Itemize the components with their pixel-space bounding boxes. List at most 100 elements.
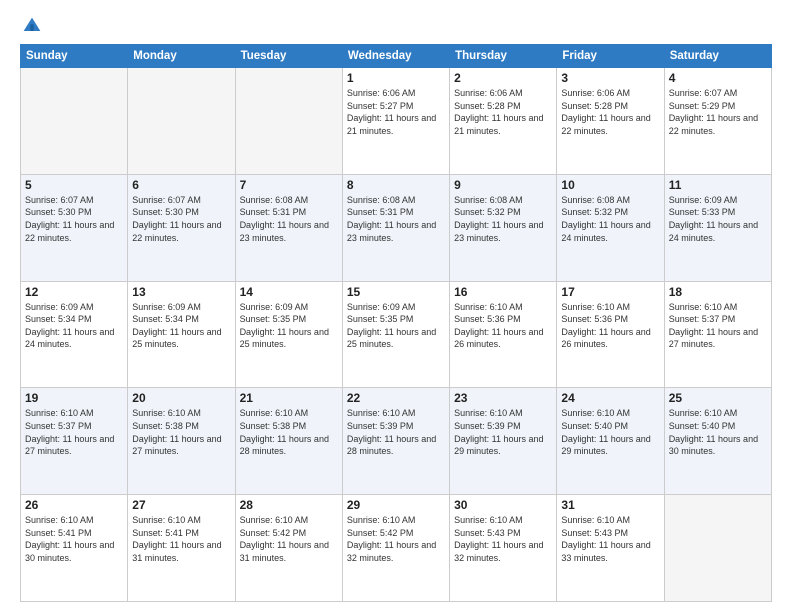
day-number: 6 [132,178,230,192]
cell-info: Sunrise: 6:08 AM Sunset: 5:31 PM Dayligh… [240,194,338,244]
day-number: 19 [25,391,123,405]
day-number: 13 [132,285,230,299]
cell-info: Sunrise: 6:10 AM Sunset: 5:42 PM Dayligh… [240,514,338,564]
calendar-cell: 9 Sunrise: 6:08 AM Sunset: 5:32 PM Daylig… [450,174,557,281]
calendar-cell: 15 Sunrise: 6:09 AM Sunset: 5:35 PM Dayli… [342,281,449,388]
calendar-cell: 24 Sunrise: 6:10 AM Sunset: 5:40 PM Dayli… [557,388,664,495]
day-number: 7 [240,178,338,192]
cell-info: Sunrise: 6:10 AM Sunset: 5:43 PM Dayligh… [454,514,552,564]
day-number: 20 [132,391,230,405]
calendar-cell: 14Sunrise: 6:09 AM Sunset: 5:35 PM Dayli… [235,281,342,388]
cell-info: Sunrise: 6:10 AM Sunset: 5:39 PM Dayligh… [347,407,445,457]
day-number: 3 [561,71,659,85]
day-number: 12 [25,285,123,299]
cell-info: Sunrise: 6:07 AM Sunset: 5:29 PM Dayligh… [669,87,767,137]
calendar-cell: 5Sunrise: 6:07 AM Sunset: 5:30 PM Daylig… [21,174,128,281]
calendar-cell [128,68,235,175]
cell-info: Sunrise: 6:10 AM Sunset: 5:41 PM Dayligh… [25,514,123,564]
logo [20,16,42,36]
day-number: 28 [240,498,338,512]
day-number: 10 [561,178,659,192]
calendar-cell: 16Sunrise: 6:10 AM Sunset: 5:36 PM Dayli… [450,281,557,388]
day-number: 18 [669,285,767,299]
calendar-cell: 3 Sunrise: 6:06 AM Sunset: 5:28 PM Daylig… [557,68,664,175]
day-number: 26 [25,498,123,512]
cell-info: Sunrise: 6:06 AM Sunset: 5:28 PM Dayligh… [561,87,659,137]
calendar-cell: 20 Sunrise: 6:10 AM Sunset: 5:38 PM Dayli… [128,388,235,495]
calendar-cell: 22 Sunrise: 6:10 AM Sunset: 5:39 PM Dayli… [342,388,449,495]
calendar-cell: 21 Sunrise: 6:10 AM Sunset: 5:38 PM Dayli… [235,388,342,495]
weekday-header-thursday: Thursday [450,45,557,68]
calendar-cell: 12 Sunrise: 6:09 AM Sunset: 5:34 PM Dayli… [21,281,128,388]
calendar-week-row: 1Sunrise: 6:06 AM Sunset: 5:27 PM Daylig… [21,68,772,175]
calendar-cell: 18 Sunrise: 6:10 AM Sunset: 5:37 PM Dayli… [664,281,771,388]
day-number: 2 [454,71,552,85]
cell-info: Sunrise: 6:06 AM Sunset: 5:27 PM Dayligh… [347,87,445,137]
calendar-cell [664,495,771,602]
calendar-cell [21,68,128,175]
day-number: 15 [347,285,445,299]
cell-info: Sunrise: 6:08 AM Sunset: 5:32 PM Dayligh… [454,194,552,244]
day-number: 17 [561,285,659,299]
day-number: 27 [132,498,230,512]
cell-info: Sunrise: 6:10 AM Sunset: 5:40 PM Dayligh… [669,407,767,457]
calendar-cell: 31Sunrise: 6:10 AM Sunset: 5:43 PM Dayli… [557,495,664,602]
weekday-header-monday: Monday [128,45,235,68]
cell-info: Sunrise: 6:09 AM Sunset: 5:34 PM Dayligh… [25,301,123,351]
calendar-cell: 30 Sunrise: 6:10 AM Sunset: 5:43 PM Dayli… [450,495,557,602]
calendar-cell: 1Sunrise: 6:06 AM Sunset: 5:27 PM Daylig… [342,68,449,175]
calendar-cell: 13 Sunrise: 6:09 AM Sunset: 5:34 PM Dayli… [128,281,235,388]
day-number: 4 [669,71,767,85]
day-number: 14 [240,285,338,299]
cell-info: Sunrise: 6:10 AM Sunset: 5:38 PM Dayligh… [132,407,230,457]
day-number: 25 [669,391,767,405]
calendar-cell: 23 Sunrise: 6:10 AM Sunset: 5:39 PM Dayli… [450,388,557,495]
calendar-cell: 11 Sunrise: 6:09 AM Sunset: 5:33 PM Dayli… [664,174,771,281]
cell-info: Sunrise: 6:10 AM Sunset: 5:37 PM Dayligh… [25,407,123,457]
calendar-cell: 17 Sunrise: 6:10 AM Sunset: 5:36 PM Dayli… [557,281,664,388]
calendar-week-row: 12 Sunrise: 6:09 AM Sunset: 5:34 PM Dayli… [21,281,772,388]
calendar-cell: 7 Sunrise: 6:08 AM Sunset: 5:31 PM Daylig… [235,174,342,281]
calendar-cell [235,68,342,175]
weekday-header-sunday: Sunday [21,45,128,68]
weekday-header-friday: Friday [557,45,664,68]
cell-info: Sunrise: 6:07 AM Sunset: 5:30 PM Dayligh… [132,194,230,244]
cell-info: Sunrise: 6:10 AM Sunset: 5:43 PM Dayligh… [561,514,659,564]
day-number: 21 [240,391,338,405]
day-number: 24 [561,391,659,405]
calendar-cell: 2Sunrise: 6:06 AM Sunset: 5:28 PM Daylig… [450,68,557,175]
cell-info: Sunrise: 6:10 AM Sunset: 5:38 PM Dayligh… [240,407,338,457]
cell-info: Sunrise: 6:09 AM Sunset: 5:34 PM Dayligh… [132,301,230,351]
page: SundayMondayTuesdayWednesdayThursdayFrid… [0,0,792,612]
cell-info: Sunrise: 6:10 AM Sunset: 5:39 PM Dayligh… [454,407,552,457]
cell-info: Sunrise: 6:10 AM Sunset: 5:41 PM Dayligh… [132,514,230,564]
header [20,16,772,36]
cell-info: Sunrise: 6:09 AM Sunset: 5:35 PM Dayligh… [347,301,445,351]
weekday-header-saturday: Saturday [664,45,771,68]
calendar-cell: 8 Sunrise: 6:08 AM Sunset: 5:31 PM Daylig… [342,174,449,281]
calendar-cell: 6 Sunrise: 6:07 AM Sunset: 5:30 PM Daylig… [128,174,235,281]
weekday-header-row: SundayMondayTuesdayWednesdayThursdayFrid… [21,45,772,68]
day-number: 23 [454,391,552,405]
cell-info: Sunrise: 6:10 AM Sunset: 5:36 PM Dayligh… [454,301,552,351]
calendar-cell: 10 Sunrise: 6:08 AM Sunset: 5:32 PM Dayli… [557,174,664,281]
calendar-table: SundayMondayTuesdayWednesdayThursdayFrid… [20,44,772,602]
day-number: 5 [25,178,123,192]
calendar-cell: 19 Sunrise: 6:10 AM Sunset: 5:37 PM Dayli… [21,388,128,495]
cell-info: Sunrise: 6:08 AM Sunset: 5:31 PM Dayligh… [347,194,445,244]
day-number: 8 [347,178,445,192]
cell-info: Sunrise: 6:08 AM Sunset: 5:32 PM Dayligh… [561,194,659,244]
calendar-cell: 25 Sunrise: 6:10 AM Sunset: 5:40 PM Dayli… [664,388,771,495]
calendar-week-row: 5 Sunrise: 6:07 AM Sunset: 5:30 PM Daylig… [21,174,772,281]
calendar-week-row: 26 Sunrise: 6:10 AM Sunset: 5:41 PM Dayli… [21,495,772,602]
calendar-cell: 27 Sunrise: 6:10 AM Sunset: 5:41 PM Dayli… [128,495,235,602]
cell-info: Sunrise: 6:09 AM Sunset: 5:33 PM Dayligh… [669,194,767,244]
cell-info: Sunrise: 6:10 AM Sunset: 5:36 PM Dayligh… [561,301,659,351]
day-number: 30 [454,498,552,512]
day-number: 22 [347,391,445,405]
cell-info: Sunrise: 6:10 AM Sunset: 5:40 PM Dayligh… [561,407,659,457]
cell-info: Sunrise: 6:10 AM Sunset: 5:37 PM Dayligh… [669,301,767,351]
day-number: 11 [669,178,767,192]
day-number: 9 [454,178,552,192]
calendar-cell: 26 Sunrise: 6:10 AM Sunset: 5:41 PM Dayli… [21,495,128,602]
